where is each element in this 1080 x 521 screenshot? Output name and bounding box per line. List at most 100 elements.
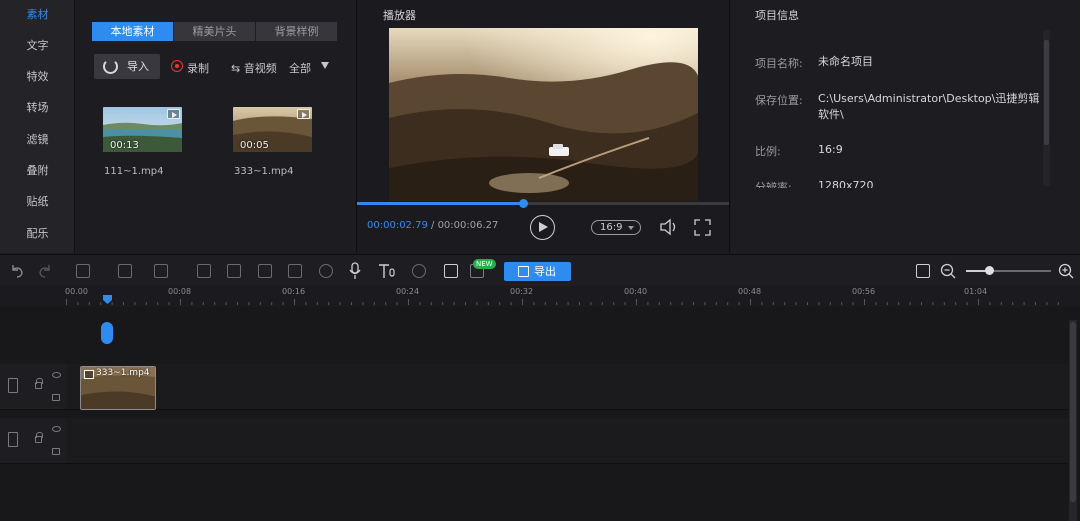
ruler-label: 01:04 xyxy=(964,287,988,296)
sidebar-item-music[interactable]: 配乐 xyxy=(0,221,75,247)
timeline-area xyxy=(0,307,1080,521)
info-scrollbar[interactable] xyxy=(1043,30,1050,186)
project-info-title: 项目信息 xyxy=(755,9,799,22)
ruler-label: 00:16 xyxy=(282,287,306,296)
import-icon xyxy=(103,59,118,74)
project-name-value: 未命名项目 xyxy=(818,55,873,68)
sidebar-item-overlay[interactable]: 叠附 xyxy=(0,158,75,184)
redo-icon[interactable] xyxy=(37,263,53,279)
eye-icon[interactable] xyxy=(52,426,61,432)
playback-scrubber-handle[interactable] xyxy=(518,199,528,208)
video-type-icon xyxy=(297,109,310,119)
save-location-value: C:\Users\Administrator\Desktop\迅捷剪辑软件\ xyxy=(818,92,1040,121)
player-panel: 播放器 00:00:02.79 / 00:00:06.27 16:9 xyxy=(356,0,730,253)
playback-time: 00:00:02.79 / 00:00:06.27 xyxy=(367,220,498,231)
import-button[interactable]: 导入 xyxy=(94,54,160,79)
edit-icon[interactable] xyxy=(118,264,132,278)
sidebar-item-text[interactable]: 文字 xyxy=(0,33,75,59)
ruler-label: 00:40 xyxy=(624,287,648,296)
media-duration: 00:05 xyxy=(240,140,269,151)
volume-icon[interactable] xyxy=(659,218,679,236)
zoom-in-icon[interactable] xyxy=(1058,263,1074,279)
timeline-toolbar: NEW 导出 xyxy=(0,254,1080,286)
freeze-frame-icon[interactable] xyxy=(258,264,272,278)
media-thumbnail-1[interactable]: 00:13 xyxy=(103,107,182,152)
picture-in-picture-icon[interactable] xyxy=(444,264,458,278)
time-separator: / xyxy=(427,220,438,231)
total-time: 00:00:06.27 xyxy=(437,220,499,231)
record-label: 录制 xyxy=(187,62,209,75)
undo-icon[interactable] xyxy=(9,263,25,279)
duration-icon[interactable] xyxy=(319,264,333,278)
info-scrollbar-thumb[interactable] xyxy=(1044,40,1049,145)
microphone-icon[interactable] xyxy=(348,262,362,280)
tab-backgrounds[interactable]: 背景样例 xyxy=(256,22,337,41)
timeline-clip[interactable]: 333~1.mp4 xyxy=(80,366,156,410)
category-sidebar: 素材 文字 特效 转场 滤镜 叠附 贴纸 配乐 xyxy=(0,0,75,253)
export-icon xyxy=(518,266,529,277)
audio-detach-icon[interactable] xyxy=(288,264,302,278)
resolution-value: 1280x720 xyxy=(818,179,874,188)
lock-icon[interactable] xyxy=(35,432,43,443)
overlay-track-header xyxy=(0,418,66,464)
tab-local-media[interactable]: 本地素材 xyxy=(92,22,173,41)
save-location-label: 保存位置: xyxy=(755,94,803,107)
current-time: 00:00:02.79 xyxy=(367,220,428,231)
playback-progress-fill xyxy=(357,202,523,205)
timeline-scrollbar[interactable] xyxy=(1069,320,1077,521)
playback-progress-bar[interactable] xyxy=(357,199,729,208)
time-ruler[interactable]: 00.00 00:08 00:16 00:24 00:32 00:40 00:4… xyxy=(0,287,1080,307)
import-label: 导入 xyxy=(127,60,149,73)
sidebar-item-filters[interactable]: 滤镜 xyxy=(0,127,75,153)
tab-intros[interactable]: 精美片头 xyxy=(174,22,255,41)
sidebar-item-effects[interactable]: 特效 xyxy=(0,64,75,90)
text-to-speech-icon[interactable] xyxy=(378,263,396,279)
media-tabs: 本地素材 精美片头 背景样例 xyxy=(92,22,338,41)
fit-timeline-icon[interactable] xyxy=(916,264,930,278)
video-track-lane[interactable] xyxy=(66,364,1068,410)
crop-icon[interactable] xyxy=(197,264,211,278)
timeline-marker[interactable] xyxy=(101,322,113,344)
player-title: 播放器 xyxy=(383,9,416,22)
film-strip-icon xyxy=(8,378,18,393)
ruler-label: 00:32 xyxy=(510,287,534,296)
ruler-ticks xyxy=(66,299,1059,305)
sidebar-item-media[interactable]: 素材 xyxy=(0,2,75,28)
video-type-icon xyxy=(167,109,180,119)
video-preview[interactable] xyxy=(389,28,698,201)
delete-icon[interactable] xyxy=(76,264,90,278)
split-icon[interactable] xyxy=(154,264,168,278)
eye-icon[interactable] xyxy=(52,372,61,378)
zoom-out-icon[interactable] xyxy=(940,263,956,279)
aspect-ratio-dropdown[interactable]: 16:9 xyxy=(591,220,641,235)
track-volume-icon[interactable] xyxy=(52,394,60,401)
new-badge: NEW xyxy=(473,259,496,269)
clip-name: 333~1.mp4 xyxy=(84,368,150,379)
export-button[interactable]: 导出 xyxy=(504,262,571,281)
sidebar-item-transitions[interactable]: 转场 xyxy=(0,95,75,121)
ruler-label: 00:24 xyxy=(396,287,420,296)
lock-icon[interactable] xyxy=(35,378,43,389)
filter-dropdown[interactable]: 全部 xyxy=(289,60,311,76)
ruler-label: 00:08 xyxy=(168,287,192,296)
timeline-scrollbar-thumb[interactable] xyxy=(1070,322,1076,502)
media-thumbnail-2[interactable]: 00:05 xyxy=(233,107,312,152)
media-type-label: ⇆ 音视频 xyxy=(231,62,277,75)
zoom-slider-handle[interactable] xyxy=(984,266,994,275)
play-button[interactable] xyxy=(530,215,555,240)
export-label: 导出 xyxy=(534,265,556,278)
desert-video-frame xyxy=(389,28,698,201)
filter-caret-icon[interactable] xyxy=(321,62,329,69)
media-name: 333~1.mp4 xyxy=(234,166,294,177)
sidebar-item-stickers[interactable]: 贴纸 xyxy=(0,189,75,215)
track-volume-icon[interactable] xyxy=(52,448,60,455)
ruler-label: 00:48 xyxy=(738,287,762,296)
ratio-label: 比例: xyxy=(755,145,781,158)
fullscreen-icon[interactable] xyxy=(694,219,711,236)
zoom-slider[interactable] xyxy=(966,266,1051,275)
overlay-track-lane[interactable] xyxy=(66,418,1068,464)
voice-change-icon[interactable] xyxy=(412,264,426,278)
video-track-header xyxy=(0,364,66,410)
record-button[interactable]: 录制 xyxy=(171,60,209,76)
mosaic-icon[interactable] xyxy=(227,264,241,278)
